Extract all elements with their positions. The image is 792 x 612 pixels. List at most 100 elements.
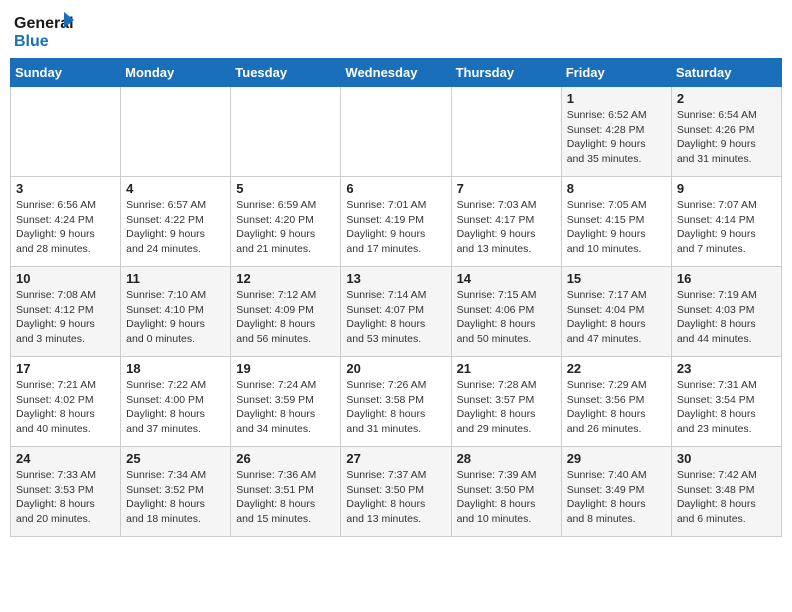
day-info: Sunrise: 7:31 AM Sunset: 3:54 PM Dayligh… xyxy=(677,378,776,437)
svg-text:Blue: Blue xyxy=(14,33,49,50)
col-header-sunday: Sunday xyxy=(11,59,121,87)
day-number: 16 xyxy=(677,271,776,286)
day-number: 12 xyxy=(236,271,335,286)
day-info: Sunrise: 7:05 AM Sunset: 4:15 PM Dayligh… xyxy=(567,198,666,257)
calendar-cell xyxy=(451,87,561,177)
day-info: Sunrise: 7:07 AM Sunset: 4:14 PM Dayligh… xyxy=(677,198,776,257)
calendar-cell: 29 Sunrise: 7:40 AM Sunset: 3:49 PM Dayli… xyxy=(561,447,671,537)
day-number: 17 xyxy=(16,361,115,376)
calendar-cell: 16 Sunrise: 7:19 AM Sunset: 4:03 PM Dayli… xyxy=(671,267,781,357)
calendar-cell xyxy=(341,87,451,177)
day-number: 5 xyxy=(236,181,335,196)
calendar-cell: 30Sunrise: 7:42 AM Sunset: 3:48 PM Dayli… xyxy=(671,447,781,537)
day-number: 19 xyxy=(236,361,335,376)
day-number: 6 xyxy=(346,181,445,196)
day-number: 27 xyxy=(346,451,445,466)
calendar-cell: 26 Sunrise: 7:36 AM Sunset: 3:51 PM Dayli… xyxy=(231,447,341,537)
day-number: 24 xyxy=(16,451,115,466)
day-info: Sunrise: 6:52 AM Sunset: 4:28 PM Dayligh… xyxy=(567,108,666,167)
day-number: 4 xyxy=(126,181,225,196)
day-info: Sunrise: 6:54 AM Sunset: 4:26 PM Dayligh… xyxy=(677,108,776,167)
calendar-cell: 19 Sunrise: 7:24 AM Sunset: 3:59 PM Dayli… xyxy=(231,357,341,447)
day-info: Sunrise: 7:19 AM Sunset: 4:03 PM Dayligh… xyxy=(677,288,776,347)
day-number: 9 xyxy=(677,181,776,196)
calendar-cell: 1 Sunrise: 6:52 AM Sunset: 4:28 PM Daylig… xyxy=(561,87,671,177)
calendar-cell: 20 Sunrise: 7:26 AM Sunset: 3:58 PM Dayli… xyxy=(341,357,451,447)
calendar-cell xyxy=(121,87,231,177)
day-number: 22 xyxy=(567,361,666,376)
calendar-cell: 25 Sunrise: 7:34 AM Sunset: 3:52 PM Dayli… xyxy=(121,447,231,537)
day-number: 11 xyxy=(126,271,225,286)
day-info: Sunrise: 7:24 AM Sunset: 3:59 PM Dayligh… xyxy=(236,378,335,437)
calendar-cell: 22 Sunrise: 7:29 AM Sunset: 3:56 PM Dayli… xyxy=(561,357,671,447)
calendar-cell: 7 Sunrise: 7:03 AM Sunset: 4:17 PM Daylig… xyxy=(451,177,561,267)
day-info: Sunrise: 6:59 AM Sunset: 4:20 PM Dayligh… xyxy=(236,198,335,257)
day-number: 26 xyxy=(236,451,335,466)
calendar-table: SundayMondayTuesdayWednesdayThursdayFrid… xyxy=(10,58,782,537)
calendar-cell xyxy=(11,87,121,177)
day-number: 21 xyxy=(457,361,556,376)
calendar-cell: 24 Sunrise: 7:33 AM Sunset: 3:53 PM Dayli… xyxy=(11,447,121,537)
day-number: 15 xyxy=(567,271,666,286)
day-info: Sunrise: 7:01 AM Sunset: 4:19 PM Dayligh… xyxy=(346,198,445,257)
day-info: Sunrise: 7:36 AM Sunset: 3:51 PM Dayligh… xyxy=(236,468,335,527)
day-info: Sunrise: 7:39 AM Sunset: 3:50 PM Dayligh… xyxy=(457,468,556,527)
page-header: GeneralBlue xyxy=(10,10,782,50)
day-info: Sunrise: 7:37 AM Sunset: 3:50 PM Dayligh… xyxy=(346,468,445,527)
col-header-friday: Friday xyxy=(561,59,671,87)
day-info: Sunrise: 7:08 AM Sunset: 4:12 PM Dayligh… xyxy=(16,288,115,347)
day-number: 1 xyxy=(567,91,666,106)
day-number: 8 xyxy=(567,181,666,196)
calendar-cell: 6 Sunrise: 7:01 AM Sunset: 4:19 PM Daylig… xyxy=(341,177,451,267)
day-number: 28 xyxy=(457,451,556,466)
day-number: 14 xyxy=(457,271,556,286)
calendar-cell: 18Sunrise: 7:22 AM Sunset: 4:00 PM Dayli… xyxy=(121,357,231,447)
calendar-cell: 17 Sunrise: 7:21 AM Sunset: 4:02 PM Dayli… xyxy=(11,357,121,447)
day-info: Sunrise: 7:22 AM Sunset: 4:00 PM Dayligh… xyxy=(126,378,225,437)
day-number: 23 xyxy=(677,361,776,376)
calendar-cell: 11 Sunrise: 7:10 AM Sunset: 4:10 PM Dayli… xyxy=(121,267,231,357)
calendar-cell: 27 Sunrise: 7:37 AM Sunset: 3:50 PM Dayli… xyxy=(341,447,451,537)
day-info: Sunrise: 7:33 AM Sunset: 3:53 PM Dayligh… xyxy=(16,468,115,527)
day-info: Sunrise: 7:21 AM Sunset: 4:02 PM Dayligh… xyxy=(16,378,115,437)
day-info: Sunrise: 7:12 AM Sunset: 4:09 PM Dayligh… xyxy=(236,288,335,347)
day-number: 7 xyxy=(457,181,556,196)
calendar-cell: 12 Sunrise: 7:12 AM Sunset: 4:09 PM Dayli… xyxy=(231,267,341,357)
col-header-saturday: Saturday xyxy=(671,59,781,87)
day-number: 29 xyxy=(567,451,666,466)
calendar-cell: 10Sunrise: 7:08 AM Sunset: 4:12 PM Dayli… xyxy=(11,267,121,357)
calendar-cell xyxy=(231,87,341,177)
calendar-cell: 14 Sunrise: 7:15 AM Sunset: 4:06 PM Dayli… xyxy=(451,267,561,357)
day-number: 20 xyxy=(346,361,445,376)
calendar-cell: 3 Sunrise: 6:56 AM Sunset: 4:24 PM Daylig… xyxy=(11,177,121,267)
calendar-cell: 28 Sunrise: 7:39 AM Sunset: 3:50 PM Dayli… xyxy=(451,447,561,537)
calendar-cell: 21 Sunrise: 7:28 AM Sunset: 3:57 PM Dayli… xyxy=(451,357,561,447)
day-info: Sunrise: 7:14 AM Sunset: 4:07 PM Dayligh… xyxy=(346,288,445,347)
col-header-thursday: Thursday xyxy=(451,59,561,87)
day-number: 3 xyxy=(16,181,115,196)
day-info: Sunrise: 7:28 AM Sunset: 3:57 PM Dayligh… xyxy=(457,378,556,437)
day-number: 2 xyxy=(677,91,776,106)
calendar-cell: 5 Sunrise: 6:59 AM Sunset: 4:20 PM Daylig… xyxy=(231,177,341,267)
calendar-cell: 2 Sunrise: 6:54 AM Sunset: 4:26 PM Daylig… xyxy=(671,87,781,177)
day-info: Sunrise: 7:34 AM Sunset: 3:52 PM Dayligh… xyxy=(126,468,225,527)
day-info: Sunrise: 7:10 AM Sunset: 4:10 PM Dayligh… xyxy=(126,288,225,347)
calendar-cell: 15 Sunrise: 7:17 AM Sunset: 4:04 PM Dayli… xyxy=(561,267,671,357)
day-info: Sunrise: 7:17 AM Sunset: 4:04 PM Dayligh… xyxy=(567,288,666,347)
col-header-wednesday: Wednesday xyxy=(341,59,451,87)
day-info: Sunrise: 7:42 AM Sunset: 3:48 PM Dayligh… xyxy=(677,468,776,527)
day-info: Sunrise: 7:26 AM Sunset: 3:58 PM Dayligh… xyxy=(346,378,445,437)
day-info: Sunrise: 6:56 AM Sunset: 4:24 PM Dayligh… xyxy=(16,198,115,257)
col-header-tuesday: Tuesday xyxy=(231,59,341,87)
calendar-cell: 13 Sunrise: 7:14 AM Sunset: 4:07 PM Dayli… xyxy=(341,267,451,357)
day-number: 25 xyxy=(126,451,225,466)
day-info: Sunrise: 7:29 AM Sunset: 3:56 PM Dayligh… xyxy=(567,378,666,437)
day-info: Sunrise: 7:40 AM Sunset: 3:49 PM Dayligh… xyxy=(567,468,666,527)
day-number: 13 xyxy=(346,271,445,286)
calendar-cell: 8 Sunrise: 7:05 AM Sunset: 4:15 PM Daylig… xyxy=(561,177,671,267)
day-info: Sunrise: 7:15 AM Sunset: 4:06 PM Dayligh… xyxy=(457,288,556,347)
logo: GeneralBlue xyxy=(14,10,74,50)
calendar-cell: 4Sunrise: 6:57 AM Sunset: 4:22 PM Daylig… xyxy=(121,177,231,267)
calendar-cell: 23 Sunrise: 7:31 AM Sunset: 3:54 PM Dayli… xyxy=(671,357,781,447)
day-info: Sunrise: 7:03 AM Sunset: 4:17 PM Dayligh… xyxy=(457,198,556,257)
